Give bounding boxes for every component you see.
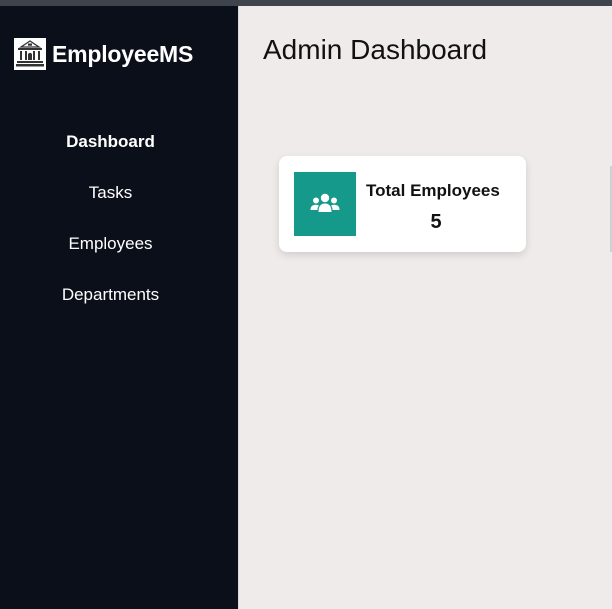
brand[interactable]: EmployeeMS bbox=[14, 38, 193, 70]
sidebar-item-tasks[interactable]: Tasks bbox=[0, 180, 221, 231]
users-icon bbox=[310, 193, 340, 212]
building-icon bbox=[14, 38, 46, 70]
sidebar-item-dashboard[interactable]: Dashboard bbox=[0, 129, 221, 180]
sidebar-item-employees[interactable]: Employees bbox=[0, 231, 221, 282]
sidebar-nav: Dashboard Tasks Employees Departments bbox=[0, 129, 221, 333]
page-title: Admin Dashboard bbox=[263, 34, 488, 65]
stat-label: Total Employees bbox=[366, 181, 500, 200]
sidebar-item-departments[interactable]: Departments bbox=[0, 282, 221, 333]
sidebar: EmployeeMS Dashboard Tasks Employees Dep… bbox=[0, 6, 239, 609]
brand-name: EmployeeMS bbox=[52, 40, 194, 67]
main-content: Admin Dashboard Total Employees 5 bbox=[239, 6, 612, 609]
total-employees-card[interactable]: Total Employees 5 bbox=[279, 156, 526, 252]
stat-icon-box bbox=[294, 172, 356, 236]
stat-value: 5 bbox=[430, 211, 442, 233]
